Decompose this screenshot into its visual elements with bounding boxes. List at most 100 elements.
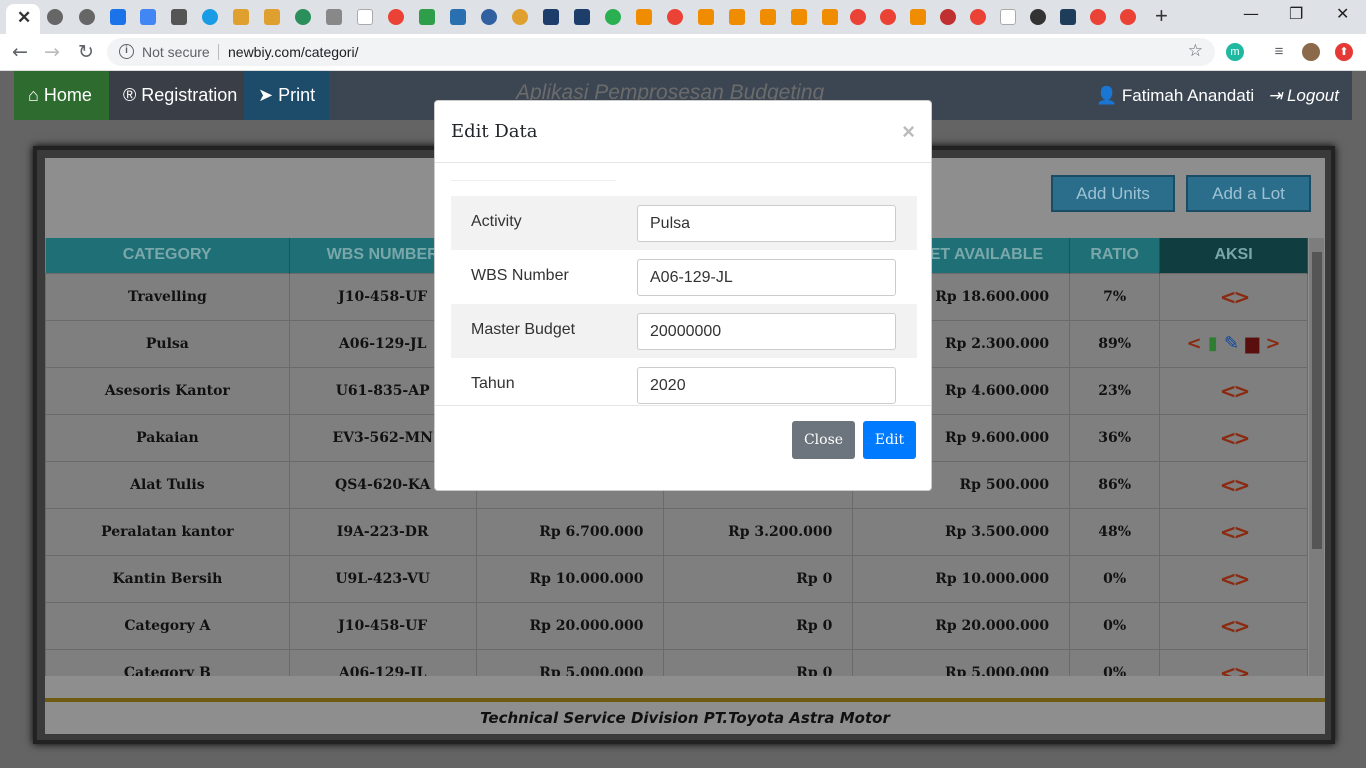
tahun-input[interactable] [637, 367, 896, 404]
collapse-right-icon[interactable]: > [1266, 333, 1281, 354]
expand-actions-icon[interactable]: <> [1220, 285, 1250, 309]
extension-m-icon[interactable]: m [1226, 43, 1244, 61]
reload-button[interactable]: ↻ [78, 41, 94, 63]
tab-favicon[interactable] [171, 9, 187, 25]
bookmark-star-icon[interactable]: ☆ [1188, 41, 1203, 61]
activity-input[interactable] [637, 205, 896, 242]
forward-button[interactable]: → [44, 41, 60, 63]
minimize-button[interactable]: — [1243, 4, 1259, 23]
profile-avatar[interactable] [1302, 43, 1320, 61]
tab-favicon[interactable] [481, 9, 497, 25]
edit-button[interactable]: Edit [863, 421, 916, 459]
tab-favicon[interactable] [574, 9, 590, 25]
category-cell: Category B [45, 648, 290, 676]
category-cell: Travelling [45, 272, 290, 321]
trash-icon[interactable]: ▆ [1245, 333, 1259, 354]
info-icon[interactable]: i [119, 44, 134, 59]
address-bar[interactable]: i Not secure newbiy.com/categori/ ☆ [107, 38, 1215, 66]
edit-icon[interactable]: ✎ [1224, 333, 1239, 354]
action-cell: < ▮ ✎ ▆ > [1159, 319, 1308, 368]
nav-home[interactable]: ⌂ Home [14, 71, 109, 120]
flag-icon[interactable] [110, 9, 126, 25]
expand-actions-icon[interactable]: <> [1220, 473, 1250, 497]
tab-favicon[interactable] [605, 9, 621, 25]
user-menu[interactable]: 👤 Fatimah Anandati [1096, 71, 1254, 120]
url-text[interactable]: newbiy.com/categori/ [228, 44, 358, 60]
tab-favicon[interactable] [543, 9, 559, 25]
tab-favicon[interactable] [636, 9, 652, 25]
window-close-button[interactable]: ✕ [1336, 4, 1349, 23]
google-icon[interactable] [1120, 9, 1136, 25]
close-tab-icon[interactable]: ✕ [17, 8, 31, 28]
google-icon[interactable] [970, 9, 986, 25]
speaker-icon[interactable] [326, 9, 342, 25]
column-header[interactable]: RATIO [1069, 238, 1161, 273]
extension-update-icon[interactable]: ⬆ [1335, 43, 1353, 61]
tab-favicon[interactable] [233, 9, 249, 25]
add-units-button[interactable]: Add Units [1051, 175, 1175, 212]
back-button[interactable]: ← [12, 41, 28, 63]
close-button[interactable]: Close [792, 421, 855, 459]
tab-favicon[interactable] [1060, 9, 1076, 25]
tab-favicon[interactable] [295, 9, 311, 25]
ratio-cell: 0% [1069, 554, 1161, 603]
table-scrollbar[interactable] [1309, 238, 1324, 676]
expand-actions-icon[interactable]: <> [1220, 426, 1250, 450]
url-divider [218, 44, 219, 60]
column-header[interactable]: AKSI [1159, 238, 1308, 273]
active-tab[interactable]: ✕ [6, 4, 40, 34]
collapse-left-icon[interactable]: < [1186, 333, 1201, 354]
tab-favicon[interactable] [729, 9, 745, 25]
action-cell: <> [1159, 460, 1308, 509]
wbs-number-input[interactable] [637, 259, 896, 296]
nav-registration[interactable]: ® Registration [109, 71, 244, 120]
tab-favicon[interactable] [202, 9, 218, 25]
tab-favicon[interactable] [760, 9, 776, 25]
tab-favicon[interactable] [822, 9, 838, 25]
translate-icon[interactable] [140, 9, 156, 25]
google-icon[interactable] [388, 9, 404, 25]
expand-actions-icon[interactable]: <> [1220, 567, 1250, 591]
google-icon[interactable] [1090, 9, 1106, 25]
master-budget-input[interactable] [637, 313, 896, 350]
tab-favicon[interactable] [940, 9, 956, 25]
google-icon[interactable] [880, 9, 896, 25]
tab-favicon[interactable] [357, 9, 373, 25]
tab-favicon[interactable] [791, 9, 807, 25]
add-a-lot-button[interactable]: Add a Lot [1186, 175, 1311, 212]
google-icon[interactable] [667, 9, 683, 25]
code-icon[interactable] [1000, 9, 1016, 25]
globe-icon[interactable] [79, 9, 95, 25]
expand-actions-icon[interactable]: <> [1220, 614, 1250, 638]
logout-link[interactable]: ⇥ Logout [1268, 71, 1339, 120]
ratio-cell: 7% [1069, 272, 1161, 321]
ratio-cell: 36% [1069, 413, 1161, 462]
tab-favicon[interactable] [910, 9, 926, 25]
restore-button[interactable]: ❐ [1289, 4, 1303, 23]
scrollbar-thumb[interactable] [1312, 252, 1322, 549]
tab-favicon[interactable] [698, 9, 714, 25]
table-row: Kantin Bersih U9L-423-VU Rp 10.000.000 R… [45, 554, 1308, 603]
nav-print[interactable]: ➤ Print [244, 71, 329, 120]
browser-tab-strip: ✕ + — ❐ ✕ [0, 0, 1366, 34]
clover-icon[interactable] [419, 9, 435, 25]
available-cell: Rp 10.000.000 [852, 554, 1071, 603]
ratio-cell: 0% [1069, 648, 1161, 676]
amount-cell: Rp 6.700.000 [475, 507, 665, 556]
expand-actions-icon[interactable]: <> [1220, 661, 1250, 677]
tab-favicon[interactable] [264, 9, 280, 25]
document-icon[interactable]: ▮ [1208, 333, 1218, 354]
new-tab-button[interactable]: + [1155, 3, 1168, 29]
globe-icon[interactable] [47, 9, 63, 25]
close-x-icon[interactable]: × [902, 119, 915, 145]
media-control-icon[interactable]: ≡ [1270, 43, 1288, 61]
tab-favicon[interactable] [1030, 9, 1046, 25]
tab-favicon[interactable] [512, 9, 528, 25]
column-header[interactable]: CATEGORY [45, 238, 290, 273]
google-icon[interactable] [850, 9, 866, 25]
expand-actions-icon[interactable]: <> [1220, 379, 1250, 403]
expand-actions-icon[interactable]: <> [1220, 520, 1250, 544]
amount-cell: Rp 0 [663, 554, 854, 603]
tab-favicon[interactable] [450, 9, 466, 25]
browser-toolbar: ← → ↻ i Not secure newbiy.com/categori/ … [0, 34, 1366, 71]
